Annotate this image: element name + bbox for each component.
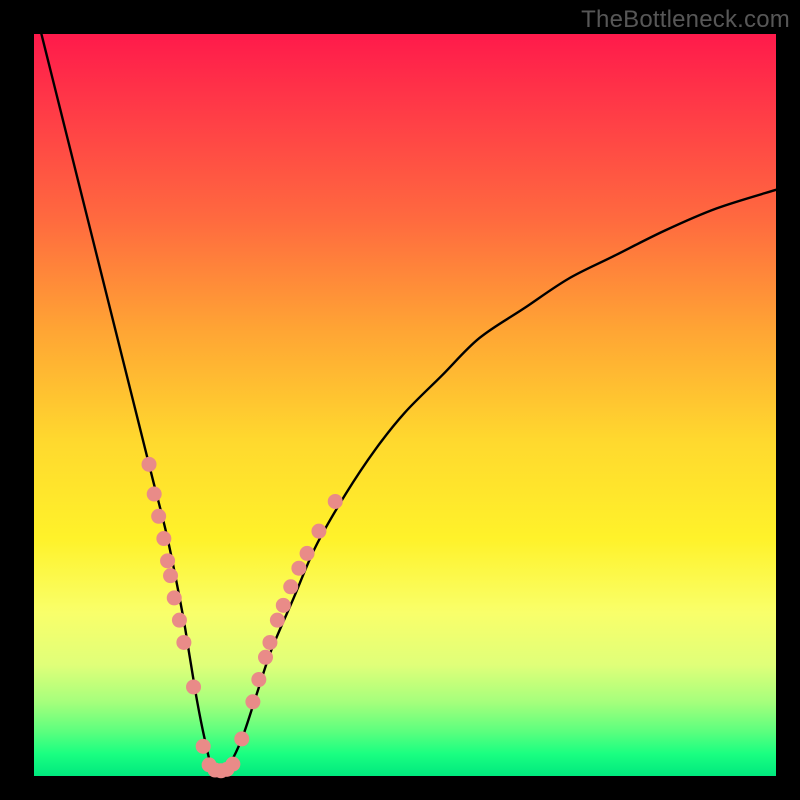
curve-marker: [251, 672, 266, 687]
bottleneck-curve-path: [41, 34, 776, 773]
plot-area: [34, 34, 776, 776]
curve-marker: [147, 487, 162, 502]
curve-marker: [258, 650, 273, 665]
curve-marker: [225, 757, 240, 772]
curve-marker: [167, 590, 182, 605]
curve-marker: [276, 598, 291, 613]
curve-marker: [245, 694, 260, 709]
curve-marker: [283, 579, 298, 594]
curve-marker: [300, 546, 315, 561]
curve-marker: [270, 613, 285, 628]
curve-marker: [160, 553, 175, 568]
curve-marker: [311, 524, 326, 539]
curve-marker: [151, 509, 166, 524]
curve-markers: [142, 457, 343, 778]
curve-marker: [328, 494, 343, 509]
bottleneck-curve-svg: [34, 34, 776, 776]
curve-marker: [186, 679, 201, 694]
watermark-text: TheBottleneck.com: [581, 6, 790, 34]
curve-marker: [172, 613, 187, 628]
curve-marker: [262, 635, 277, 650]
curve-marker: [196, 739, 211, 754]
curve-marker: [142, 457, 157, 472]
chart-frame: TheBottleneck.com: [0, 0, 800, 800]
curve-marker: [156, 531, 171, 546]
curve-marker: [176, 635, 191, 650]
curve-marker: [291, 561, 306, 576]
curve-marker: [163, 568, 178, 583]
curve-marker: [234, 731, 249, 746]
